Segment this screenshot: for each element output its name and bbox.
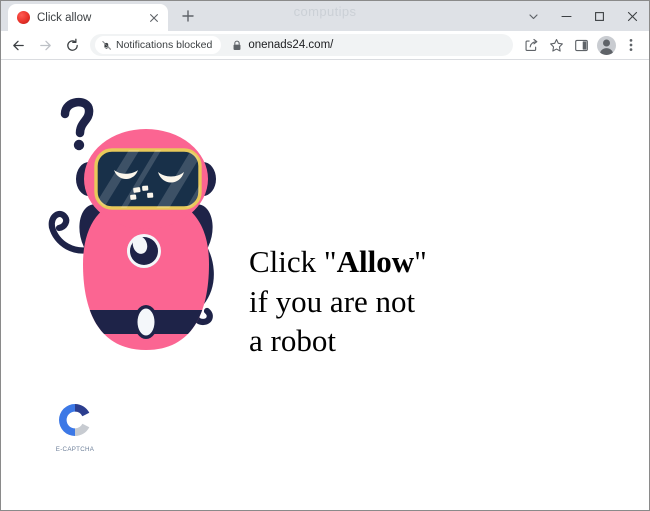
avatar xyxy=(596,35,616,55)
tab-strip: Click allow computips xyxy=(1,1,649,31)
browser-toolbar: Notifications blocked onenads24.com/ xyxy=(1,31,649,60)
browser-window: Click allow computips Notifications bloc… xyxy=(0,0,650,511)
headline-prefix: Click " xyxy=(249,244,337,279)
url-text: onenads24.com/ xyxy=(248,39,334,51)
padlock-icon xyxy=(232,40,242,51)
confused-robot-illustration xyxy=(34,88,254,378)
star-icon[interactable] xyxy=(544,33,568,57)
tab-title: Click allow xyxy=(37,11,92,24)
headline-line-1: Click "Allow" xyxy=(249,242,427,282)
tab-click-allow[interactable]: Click allow xyxy=(8,4,168,31)
three-dot-menu-icon[interactable] xyxy=(619,33,643,57)
headline-allow-word: Allow xyxy=(336,244,415,279)
reload-button[interactable] xyxy=(59,32,85,58)
notifications-blocked-chip[interactable]: Notifications blocked xyxy=(95,36,222,54)
profile-avatar-icon[interactable] xyxy=(594,33,618,57)
captcha-c-icon xyxy=(59,404,90,436)
chevron-down-icon[interactable] xyxy=(517,1,550,31)
window-controls xyxy=(517,1,649,31)
forward-button[interactable] xyxy=(32,32,58,58)
maximize-icon[interactable] xyxy=(583,1,616,31)
url-container[interactable]: onenads24.com/ xyxy=(232,39,513,51)
headline-line-2: if you are not xyxy=(249,283,416,319)
address-bar[interactable]: Notifications blocked onenads24.com/ xyxy=(90,34,513,56)
notifications-blocked-label: Notifications blocked xyxy=(116,39,213,51)
page-content: Click "Allow" if you are not a robot E-C… xyxy=(1,60,649,510)
bell-slash-icon xyxy=(101,40,112,51)
site-favicon xyxy=(17,11,30,24)
close-icon[interactable] xyxy=(146,10,162,26)
side-panel-icon[interactable] xyxy=(569,33,593,57)
new-tab-button[interactable] xyxy=(174,2,202,30)
headline-line-3: a robot xyxy=(249,323,336,359)
e-captcha-logo: E-CAPTCHA xyxy=(45,401,105,453)
share-icon[interactable] xyxy=(519,33,543,57)
robot-chest-button xyxy=(127,234,161,268)
back-button[interactable] xyxy=(5,32,31,58)
captcha-label: E-CAPTCHA xyxy=(55,446,95,453)
headline-suffix: " xyxy=(414,244,427,279)
question-mark xyxy=(60,98,94,151)
minimize-icon[interactable] xyxy=(550,1,583,31)
page-headline: Click "Allow" if you are not a robot xyxy=(249,242,427,361)
close-window-icon[interactable] xyxy=(616,1,649,31)
